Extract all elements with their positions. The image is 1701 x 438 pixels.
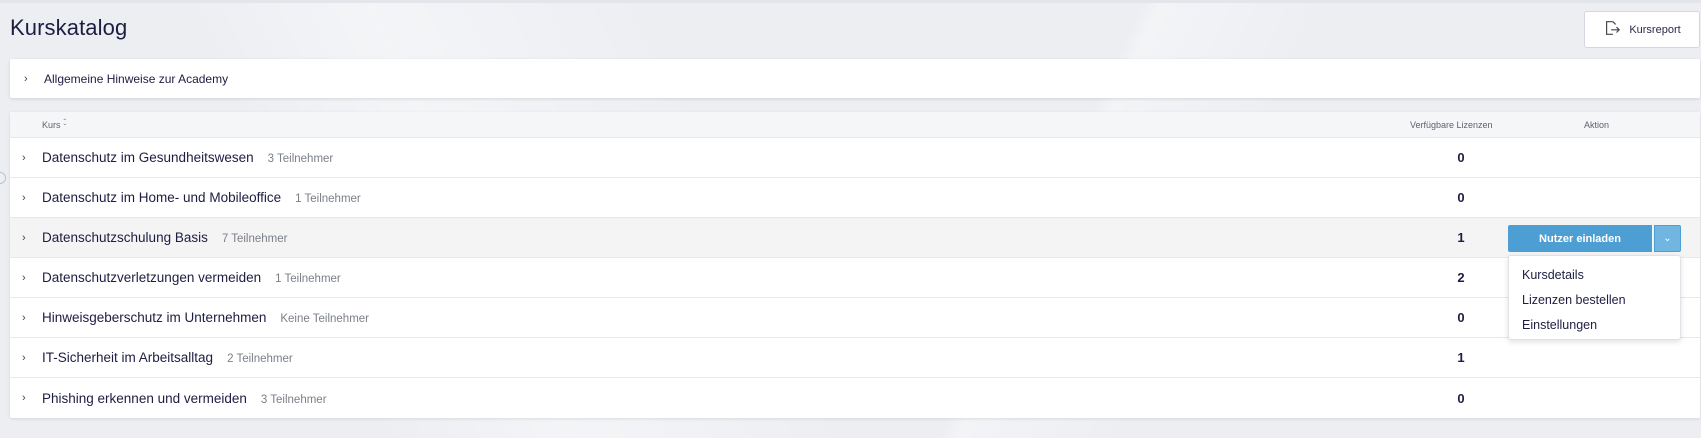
table-row[interactable]: › Datenschutzverletzungen vermeiden 1 Te… [10, 258, 1700, 298]
action-dropdown-menu: Kursdetails Lizenzen bestellen Einstellu… [1508, 255, 1681, 340]
participant-count: 1 Teilnehmer [275, 273, 341, 285]
participant-count: Keine Teilnehmer [280, 313, 370, 325]
table-row[interactable]: › Hinweisgeberschutz im Unternehmen Kein… [10, 298, 1700, 338]
table-header: Kurs ˆˇ Verfügbare Lizenzen Aktion [10, 112, 1700, 138]
course-name: Datenschutz im Gesundheitswesen [42, 150, 254, 165]
available-licenses: 0 [1457, 310, 1465, 325]
general-hints-label: Allgemeine Hinweise zur Academy [44, 71, 229, 86]
kursreport-button[interactable]: Kursreport [1584, 11, 1700, 48]
course-name: Datenschutzverletzungen vermeiden [42, 270, 262, 285]
available-licenses: 1 [1457, 230, 1465, 245]
chevron-right-icon[interactable]: › [22, 152, 26, 164]
course-name: IT-Sicherheit im Arbeitsalltag [42, 350, 214, 365]
available-licenses: 0 [1457, 190, 1465, 205]
chevron-right-icon[interactable]: › [22, 312, 26, 324]
course-name: Datenschutzschulung Basis [42, 230, 208, 245]
participant-count: 1 Teilnehmer [295, 193, 361, 205]
participant-count: 3 Teilnehmer [260, 393, 327, 406]
course-table: Kurs ˆˇ Verfügbare Lizenzen Aktion › Dat… [10, 112, 1700, 418]
chevron-right-icon[interactable]: › [22, 192, 26, 204]
side-handle[interactable] [0, 172, 6, 184]
invite-button-group: Nutzer einladen ⌄ [1508, 225, 1681, 252]
general-hints-accordion[interactable]: › Allgemeine Hinweise zur Academy [10, 59, 1700, 98]
table-row[interactable]: › Datenschutz im Home- und Mobileoffice … [10, 178, 1700, 218]
available-licenses: 0 [1457, 390, 1465, 406]
top-divider [0, 0, 1701, 3]
table-row[interactable]: › Datenschutzschulung Basis 7 Teilnehmer… [10, 218, 1700, 258]
chevron-right-icon[interactable]: › [22, 352, 26, 364]
column-header-course[interactable]: Kurs ˆˇ [42, 119, 67, 132]
participant-count: 7 Teilnehmer [221, 233, 288, 245]
course-name: Hinweisgeberschutz im Unternehmen [42, 310, 267, 325]
column-header-action: Aktion [1584, 120, 1610, 130]
participant-count: 3 Teilnehmer [267, 153, 334, 165]
column-header-licenses: Verfügbare Lizenzen [1410, 120, 1493, 130]
chevron-right-icon: › [24, 72, 28, 85]
table-row[interactable]: › Phishing erkennen und vermeiden 3 Teil… [10, 378, 1700, 418]
menu-item-course-details[interactable]: Kursdetails [1509, 262, 1680, 287]
available-licenses: 0 [1457, 150, 1465, 165]
menu-item-settings[interactable]: Einstellungen [1509, 312, 1680, 337]
course-name: Phishing erkennen und vermeiden [42, 390, 247, 406]
available-licenses: 2 [1457, 270, 1465, 285]
chevron-right-icon[interactable]: › [22, 232, 26, 244]
table-row[interactable]: › IT-Sicherheit im Arbeitsalltag 2 Teiln… [10, 338, 1700, 378]
available-licenses: 1 [1457, 350, 1465, 365]
course-name: Datenschutz im Home- und Mobileoffice [42, 190, 282, 205]
sort-icon[interactable]: ˆˇ [64, 119, 67, 132]
table-row[interactable]: › Datenschutz im Gesundheitswesen 3 Teil… [10, 138, 1700, 178]
export-icon [1603, 19, 1621, 40]
chevron-down-icon[interactable]: ⌄ [1654, 225, 1681, 252]
page-title: Kurskatalog [10, 15, 128, 40]
column-course-label: Kurs [42, 120, 61, 130]
chevron-right-icon[interactable]: › [22, 392, 26, 404]
invite-users-button[interactable]: Nutzer einladen [1508, 225, 1652, 252]
chevron-right-icon[interactable]: › [22, 272, 26, 284]
kursreport-label: Kursreport [1629, 23, 1681, 36]
menu-item-order-licenses[interactable]: Lizenzen bestellen [1509, 287, 1680, 312]
participant-count: 2 Teilnehmer [227, 353, 293, 365]
